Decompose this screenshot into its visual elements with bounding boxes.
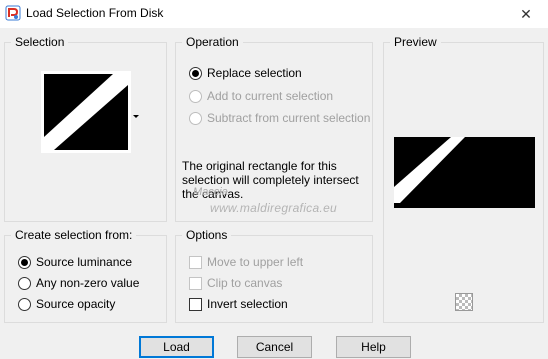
checkbox-indicator <box>189 255 202 269</box>
radio-label: Any non-zero value <box>36 276 140 290</box>
selection-thumbnail-image <box>44 74 128 150</box>
radio-indicator <box>189 89 202 103</box>
checkbox-label: Invert selection <box>207 297 288 311</box>
radio-label: Subtract from current selection <box>207 111 371 125</box>
preview-group-title: Preview <box>390 35 441 49</box>
preview-image <box>394 137 535 208</box>
window-title: Load Selection From Disk <box>26 6 164 20</box>
radio-label: Source opacity <box>36 297 116 311</box>
checkbox-clip-to-canvas[interactable]: Clip to canvas <box>189 274 282 292</box>
selection-group: Selection <box>4 35 167 222</box>
checkbox-move-to-upper-left[interactable]: Move to upper left <box>189 253 303 271</box>
load-button[interactable]: Load <box>139 336 214 358</box>
watermark-text: Maccia <box>193 186 228 198</box>
radio-label: Add to current selection <box>207 89 334 103</box>
create-selection-group: Create selection from: Source luminance … <box>4 228 167 323</box>
close-button[interactable]: ✕ <box>504 0 548 28</box>
title-bar: Load Selection From Disk ✕ <box>0 0 548 28</box>
options-group: Options Move to upper left Clip to canva… <box>175 228 373 323</box>
checkbox-indicator <box>189 276 202 290</box>
close-icon: ✕ <box>520 5 532 22</box>
radio-label: Replace selection <box>207 66 302 80</box>
radio-add-to-selection[interactable]: Add to current selection <box>189 87 333 105</box>
selection-thumbnail[interactable] <box>41 71 131 153</box>
app-icon <box>5 5 21 21</box>
options-group-title: Options <box>182 228 232 242</box>
radio-replace-selection[interactable]: Replace selection <box>189 64 302 82</box>
radio-any-non-zero-value[interactable]: Any non-zero value <box>18 274 139 292</box>
checkbox-invert-selection[interactable]: Invert selection <box>189 295 288 313</box>
radio-indicator <box>18 297 31 311</box>
transparency-checker-icon[interactable] <box>455 293 473 311</box>
radio-indicator <box>189 111 202 125</box>
radio-indicator <box>18 255 31 269</box>
selection-group-title: Selection <box>11 35 69 49</box>
checkbox-label: Move to upper left <box>207 255 304 269</box>
chevron-down-icon[interactable] <box>133 115 139 118</box>
operation-group-title: Operation <box>182 35 243 49</box>
checkbox-indicator <box>189 297 202 311</box>
help-button[interactable]: Help <box>336 336 411 358</box>
checkbox-label: Clip to canvas <box>207 276 283 290</box>
radio-subtract-from-selection[interactable]: Subtract from current selection <box>189 109 370 127</box>
radio-indicator <box>18 276 31 290</box>
cancel-button[interactable]: Cancel <box>237 336 312 358</box>
radio-source-opacity[interactable]: Source opacity <box>18 295 115 313</box>
preview-selection-graphic <box>394 137 535 208</box>
radio-label: Source luminance <box>36 255 133 269</box>
radio-source-luminance[interactable]: Source luminance <box>18 253 132 271</box>
create-selection-group-title: Create selection from: <box>11 228 137 242</box>
radio-indicator <box>189 66 202 80</box>
watermark-url: www.maldiregrafica.eu <box>210 201 338 215</box>
